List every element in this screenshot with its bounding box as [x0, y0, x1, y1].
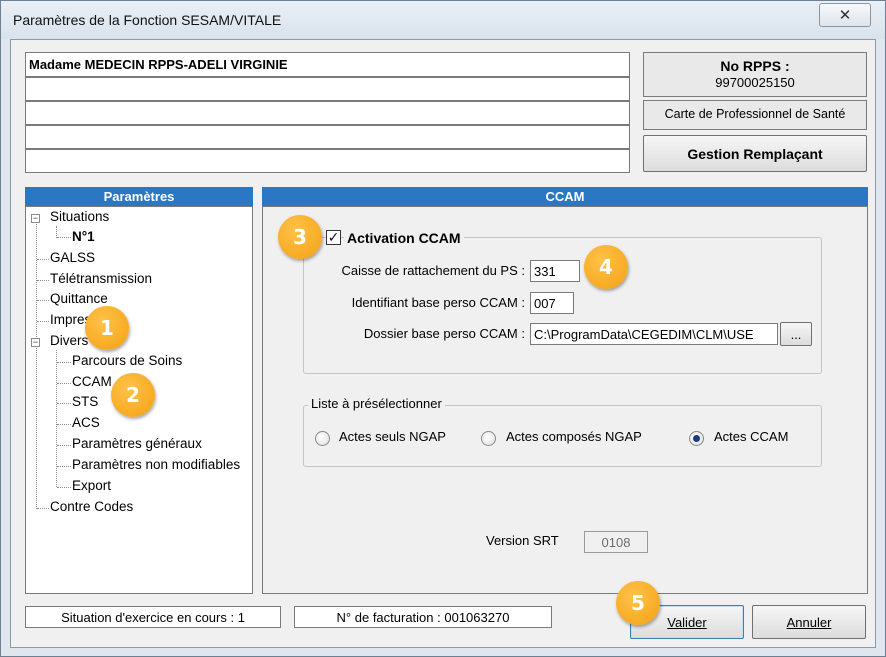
dossier-input[interactable]: C:\ProgramData\CEGEDIM\CLM\USE — [530, 323, 778, 345]
tree-item-divers[interactable]: Divers — [50, 333, 88, 348]
tree-item-parcours[interactable]: Parcours de Soins — [72, 353, 182, 368]
tree-item-ccam[interactable]: CCAM — [72, 374, 112, 389]
doctor-info-line — [25, 101, 630, 125]
tree-line — [57, 383, 71, 384]
tree-line — [37, 280, 49, 281]
valider-label: Valider — [667, 614, 707, 630]
professional-card-label: Carte de Professionnel de Santé — [643, 100, 867, 130]
tree-line — [37, 321, 49, 322]
tree-item-acs[interactable]: ACS — [72, 415, 100, 430]
rpps-box: No RPPS : 99700025150 — [643, 52, 867, 97]
activation-checkbox[interactable]: ✓ — [326, 230, 341, 245]
doctor-info-line — [25, 77, 630, 101]
caisse-input[interactable]: 331 — [530, 260, 580, 282]
tree-item-situations[interactable]: Situations — [50, 209, 109, 224]
title-bar: Paramètres de la Fonction SESAM/VITALE ✕ — [1, 1, 885, 39]
close-button[interactable]: ✕ — [819, 3, 871, 27]
tree-line — [37, 300, 49, 301]
tree-item-parametres-generaux[interactable]: Paramètres généraux — [72, 436, 202, 451]
dossier-label: Dossier base perso CCAM : — [363, 326, 525, 341]
facturation-status: N° de facturation : 001063270 — [294, 606, 552, 628]
radio-actes-seuls-ngap[interactable] — [315, 431, 330, 446]
close-icon: ✕ — [838, 7, 852, 24]
doctor-info-line — [25, 149, 630, 173]
tree-line — [57, 362, 71, 363]
dialog-body: Madame MEDECIN RPPS-ADELI VIRGINIE No RP… — [10, 39, 876, 648]
tree-item-teletransmission[interactable]: Télétransmission — [50, 271, 152, 286]
tree-item-n1[interactable]: N°1 — [72, 229, 95, 244]
radio-actes-composes-ngap[interactable] — [481, 431, 496, 446]
tree-line — [57, 487, 71, 488]
step-badge-1: 1 — [85, 306, 129, 350]
browse-button[interactable]: ... — [780, 322, 812, 346]
tree-line — [57, 403, 71, 404]
collapse-icon[interactable]: − — [31, 214, 40, 223]
identifiant-input[interactable]: 007 — [530, 292, 574, 314]
tree-item-quittance[interactable]: Quittance — [50, 291, 108, 306]
situation-status: Situation d'exercice en cours : 1 — [25, 606, 281, 628]
collapse-icon[interactable]: − — [31, 338, 40, 347]
rpps-title: No RPPS : — [720, 58, 790, 74]
radio-actes-ccam[interactable] — [689, 431, 704, 446]
ccam-panel: ✓ Activation CCAM Caisse de rattachement… — [262, 206, 868, 594]
annuler-button[interactable]: Annuler — [752, 605, 866, 639]
step-badge-2: 2 — [111, 373, 155, 417]
tree-line — [36, 224, 37, 509]
step-badge-4: 4 — [584, 245, 628, 289]
step-badge-3: 3 — [278, 215, 322, 259]
tree-item-contre-codes[interactable]: Contre Codes — [50, 499, 133, 514]
doctor-name: Madame MEDECIN RPPS-ADELI VIRGINIE — [25, 52, 630, 77]
tree-line — [37, 259, 49, 260]
tree-item-sts[interactable]: STS — [72, 394, 98, 409]
params-panel-title: Paramètres — [25, 187, 253, 206]
preselect-group-title: Liste à présélectionner — [308, 396, 445, 411]
tree-line — [57, 445, 71, 446]
identifiant-label: Identifiant base perso CCAM : — [351, 295, 525, 310]
radio-label-actes-seuls-ngap: Actes seuls NGAP — [339, 429, 446, 444]
tree-line — [57, 237, 71, 238]
tree-line — [57, 424, 71, 425]
caisse-label: Caisse de rattachement du PS : — [341, 263, 525, 278]
annuler-label: Annuler — [786, 614, 832, 630]
tree-line — [57, 466, 71, 467]
radio-label-actes-composes-ngap: Actes composés NGAP — [506, 429, 642, 444]
tree-line — [37, 508, 49, 509]
version-label: Version SRT — [486, 533, 559, 548]
tree-item-galss[interactable]: GALSS — [50, 250, 95, 265]
dialog-window: Paramètres de la Fonction SESAM/VITALE ✕… — [0, 0, 886, 657]
radio-label-actes-ccam: Actes CCAM — [714, 429, 789, 444]
doctor-info-line — [25, 125, 630, 149]
tree-item-parametres-non-modifiables[interactable]: Paramètres non modifiables — [72, 457, 240, 472]
ccam-panel-title: CCAM — [262, 187, 868, 206]
step-badge-5: 5 — [616, 581, 660, 625]
window-title: Paramètres de la Fonction SESAM/VITALE — [13, 12, 282, 28]
tree-item-export[interactable]: Export — [72, 478, 111, 493]
replacement-button[interactable]: Gestion Remplaçant — [643, 135, 867, 172]
activation-label: Activation CCAM — [344, 230, 464, 246]
rpps-number: 99700025150 — [715, 75, 795, 90]
version-field: 0108 — [584, 531, 648, 553]
